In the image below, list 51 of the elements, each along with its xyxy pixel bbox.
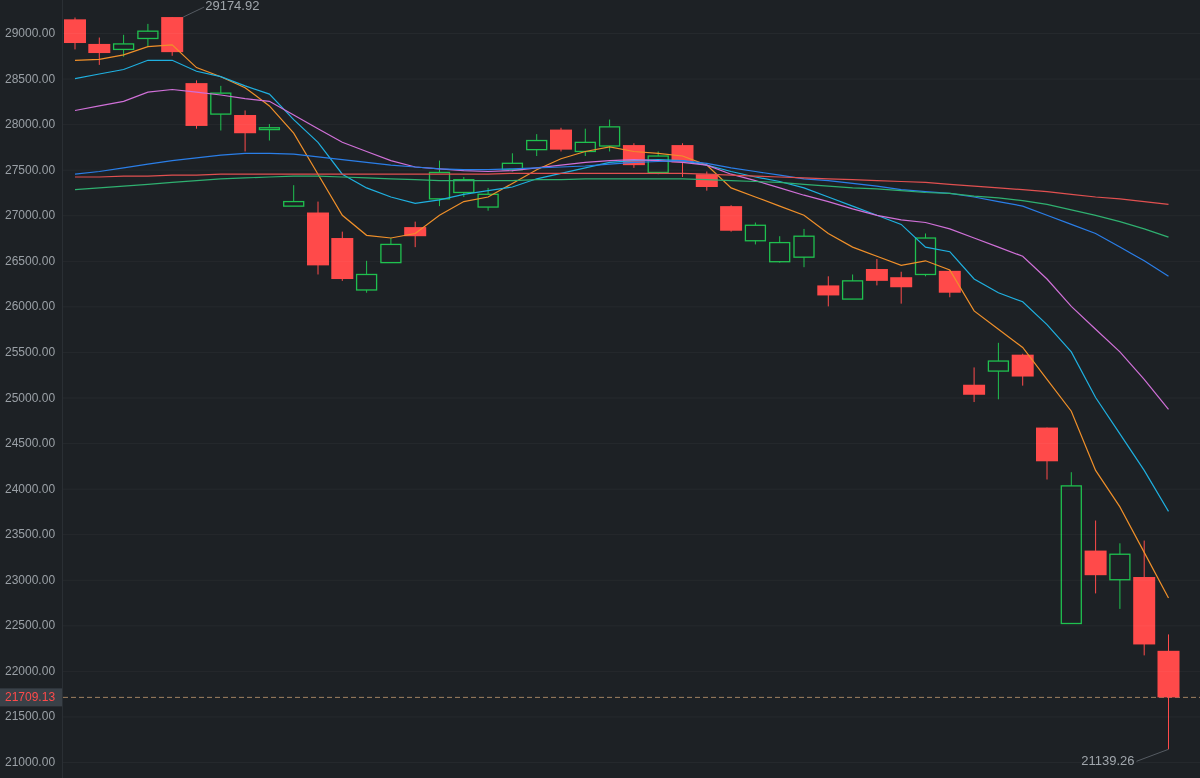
candlestick-drawing xyxy=(865,258,888,286)
candlestick-drawing xyxy=(501,152,524,172)
candlestick-drawing xyxy=(574,128,596,157)
price-annotation: 29174.92 xyxy=(205,0,260,14)
candlestick-drawing xyxy=(404,221,427,248)
axis-label: 22500.00 xyxy=(5,618,56,633)
candlestick-drawing xyxy=(137,23,159,48)
price-annotation: 21139.26 xyxy=(1081,753,1135,769)
axis-label: 21000.00 xyxy=(5,755,56,769)
candlestick-drawing xyxy=(841,274,864,300)
candlestick-drawing xyxy=(453,176,475,198)
candlestick-drawing xyxy=(1109,542,1131,610)
axis-label: 26500.00 xyxy=(5,253,56,268)
candlestick-drawing xyxy=(161,16,184,57)
axis-label: 24000.00 xyxy=(5,481,56,496)
current-price-label: 21709.13 xyxy=(0,688,62,707)
axis-label: 24500.00 xyxy=(5,436,56,451)
candlestick-drawing xyxy=(769,235,791,264)
candlestick-drawing xyxy=(720,204,743,233)
candlestick-drawing xyxy=(793,228,815,268)
candlestick-drawing xyxy=(477,187,499,212)
candlestick-drawing xyxy=(890,271,913,305)
candlestick-drawing xyxy=(598,119,621,152)
axis-label: 27000.00 xyxy=(5,208,56,223)
candlestick-drawing xyxy=(283,184,305,207)
candlestick-drawing xyxy=(817,275,840,307)
candlestick-drawing xyxy=(744,222,767,245)
candlestick-drawing xyxy=(88,37,111,66)
axis-label: 28000.00 xyxy=(5,117,56,132)
candlestick-drawing xyxy=(1036,427,1058,480)
candlestick-drawing xyxy=(64,17,86,50)
axis-label: 29000.00 xyxy=(5,26,56,40)
candlestick-drawing xyxy=(526,133,548,157)
candlestick-drawing xyxy=(428,160,451,207)
candlestick-drawing xyxy=(647,150,669,175)
axis-label: 28500.00 xyxy=(5,71,56,86)
candlestick-drawing xyxy=(185,79,208,130)
leader-line xyxy=(182,6,205,18)
axis-label: 25000.00 xyxy=(5,390,56,405)
candlestick-drawing xyxy=(112,34,135,58)
axis-label: 22000.00 xyxy=(5,663,56,678)
axis-label: 23500.00 xyxy=(5,527,56,542)
axis-label: 26000.00 xyxy=(5,299,56,314)
candlestick-drawing xyxy=(380,237,402,264)
axis-label: 25500.00 xyxy=(5,344,56,359)
candlestick-drawing xyxy=(550,127,572,152)
candlestick-drawing xyxy=(210,85,232,131)
axis-label: 23000.00 xyxy=(5,572,56,587)
leader-line xyxy=(1136,748,1169,762)
axis-label: 21500.00 xyxy=(5,709,56,724)
axis-label: 27500.00 xyxy=(5,162,56,177)
